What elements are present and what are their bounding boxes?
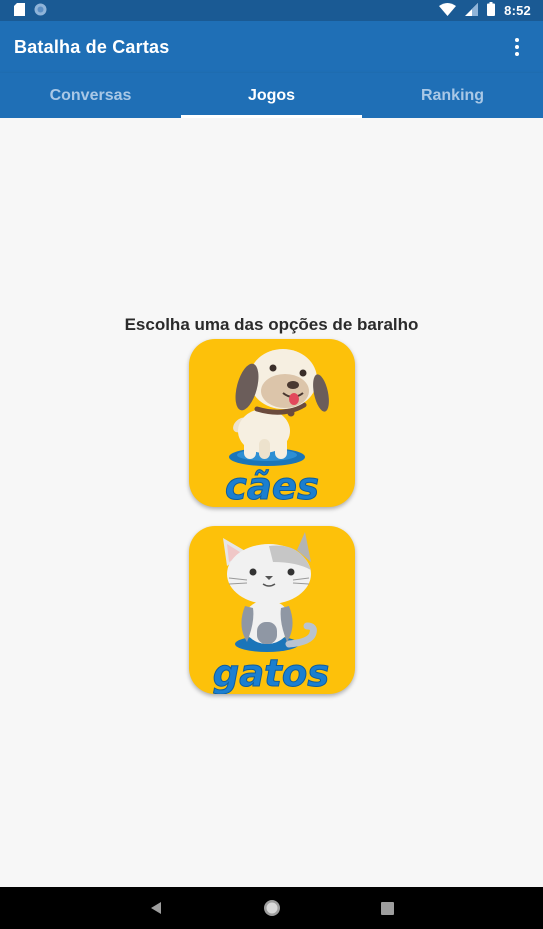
recents-icon[interactable]: [376, 896, 400, 920]
sync-icon: [34, 3, 47, 19]
dog-icon: cães: [224, 349, 329, 507]
tab-ranking[interactable]: Ranking: [362, 73, 543, 118]
cat-icon: gatos: [212, 532, 330, 694]
signal-icon: [465, 2, 479, 19]
wifi-icon: [439, 2, 457, 19]
deck-dogs-label: cães: [225, 465, 319, 507]
status-bar: 8:52: [0, 0, 543, 21]
tab-bar: Conversas Jogos Ranking: [0, 73, 543, 118]
system-nav-bar: [0, 887, 543, 929]
tab-conversas[interactable]: Conversas: [0, 73, 181, 118]
deck-prompt: Escolha uma das opções de baralho: [124, 315, 419, 334]
status-right: 8:52: [439, 2, 531, 19]
deck-dogs-button[interactable]: cães: [189, 339, 355, 507]
sd-card-icon: [14, 2, 25, 19]
status-left: [14, 2, 47, 19]
games-content: Escolha uma das opções de baralho cães g…: [0, 118, 543, 887]
app-title: Batalha de Cartas: [14, 36, 170, 57]
battery-icon: [487, 2, 496, 19]
status-time: 8:52: [504, 3, 531, 18]
app-bar: Batalha de Cartas: [0, 21, 543, 73]
home-icon[interactable]: [260, 896, 284, 920]
back-icon[interactable]: [144, 896, 168, 920]
deck-cats-button[interactable]: gatos: [189, 526, 355, 694]
tab-jogos[interactable]: Jogos: [181, 73, 362, 118]
more-vert-icon[interactable]: [505, 35, 529, 59]
deck-cats-label: gatos: [213, 652, 330, 694]
